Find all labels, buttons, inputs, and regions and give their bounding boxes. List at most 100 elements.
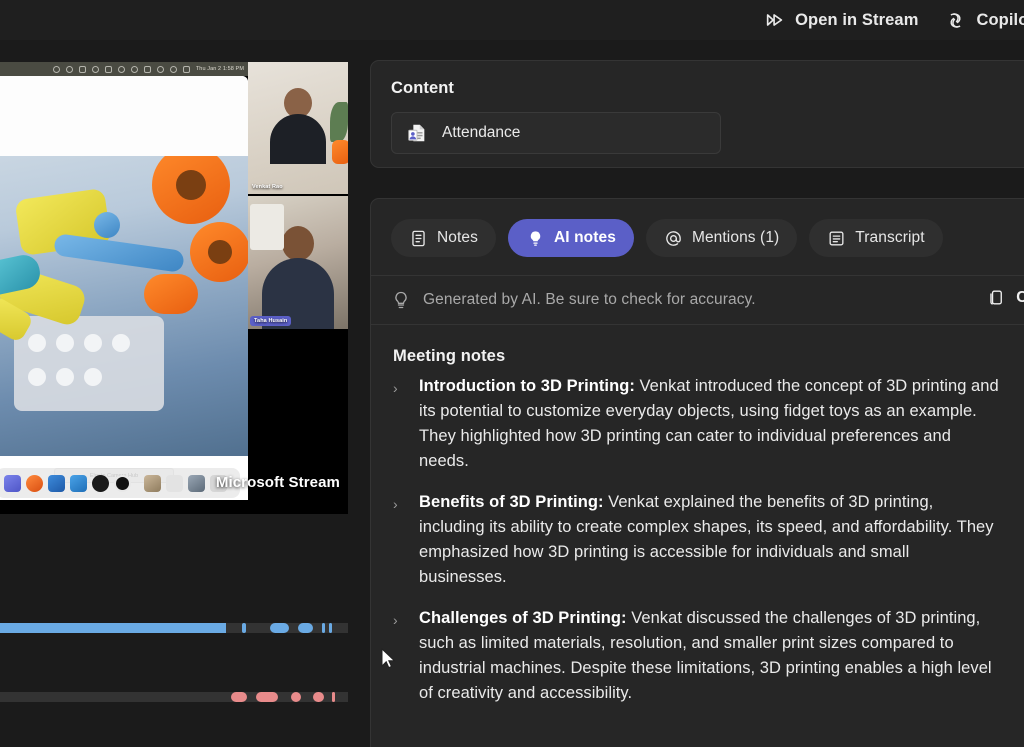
attendance-report-icon [406, 122, 428, 144]
participant-tile-venkat[interactable]: Venkat Rao [248, 62, 348, 194]
chevron-right-icon[interactable]: › [393, 606, 409, 706]
timeline-chapter-segment[interactable] [321, 623, 326, 633]
shared-app-window: Elgato Camera Hub [0, 76, 248, 500]
shared-screen-region: Thu Jan 2 1:58 PM [0, 62, 248, 514]
menu-icon-1 [52, 65, 60, 73]
dock-icon-word [48, 474, 65, 492]
content-item-attendance[interactable]: Attendance [391, 112, 721, 154]
timeline-highlight-segment[interactable] [255, 692, 279, 702]
meeting-note-text: Introduction to 3D Printing: Venkat intr… [419, 374, 999, 474]
copilot-button[interactable]: Copilot [942, 5, 1024, 36]
tab-notes[interactable]: Notes [391, 219, 496, 257]
tab-mentions[interactable]: Mentions (1) [645, 219, 798, 257]
avatar-body [270, 114, 326, 164]
timeline-progress [0, 623, 227, 633]
meeting-note-text: Benefits of 3D Printing: Venkat explaine… [419, 490, 999, 590]
notes-tab-bar: Notes AI notes Mentions (1) Transcript [371, 199, 1024, 275]
meeting-note-item: › Challenges of 3D Printing: Venkat discu… [393, 606, 1019, 706]
meeting-note-title: Challenges of 3D Printing: [419, 609, 627, 627]
content-card-title: Content [391, 79, 455, 97]
mac-clock: Thu Jan 2 1:58 PM [195, 66, 244, 72]
dock-icon-doc [166, 474, 183, 492]
timeline-chapter-segment[interactable] [269, 623, 289, 633]
meeting-notes-list: › Introduction to 3D Printing: Venkat int… [393, 374, 1019, 706]
attendance-label: Attendance [442, 124, 521, 141]
dock-icon-powerpoint [70, 474, 87, 492]
avatar [282, 226, 314, 261]
participant-video-venkat [248, 62, 348, 194]
stream-play-icon [764, 9, 786, 31]
timeline-chapter-segment[interactable] [297, 623, 314, 633]
timeline-highlight-segment[interactable] [231, 692, 248, 702]
background-object [332, 140, 348, 164]
meeting-note-text: Challenges of 3D Printing: Venkat discus… [419, 606, 999, 706]
copilot-label: Copilot [976, 10, 1024, 29]
participant-name-taha: Taha Husain [250, 316, 292, 326]
tab-ai-notes-label: AI notes [554, 229, 616, 246]
tab-transcript-label: Transcript [855, 229, 925, 246]
meeting-notes-body: Meeting notes › Introduction to 3D Printi… [371, 325, 1024, 706]
highlights-timeline[interactable] [0, 692, 348, 702]
menu-icon-5 [104, 65, 112, 73]
video-player-panel[interactable]: Thu Jan 2 1:58 PM Venkat Rao Taha Husain… [0, 62, 348, 514]
at-sign-icon [664, 229, 683, 248]
meeting-note-item: › Benefits of 3D Printing: Venkat explain… [393, 490, 1019, 590]
participant-video-taha [248, 196, 348, 329]
meeting-note-title: Benefits of 3D Printing: [419, 493, 604, 511]
notes-icon [409, 229, 428, 248]
transcript-icon [827, 229, 846, 248]
dock-icon-finder [144, 474, 161, 492]
chevron-right-icon[interactable]: › [393, 490, 409, 590]
3d-printed-toys-photo [0, 156, 248, 456]
participant-tile-taha[interactable]: Taha Husain [248, 196, 348, 329]
open-in-stream-label: Open in Stream [795, 10, 919, 29]
copy-button[interactable]: Copy [987, 288, 1024, 307]
shared-window-toolbar [0, 76, 248, 156]
menu-icon-4 [91, 65, 99, 73]
timeline-highlight-segment[interactable] [313, 692, 324, 702]
microsoft-stream-watermark: Microsoft Stream [215, 474, 340, 491]
ai-disclaimer-text: Generated by AI. Be sure to check for ac… [423, 291, 756, 308]
lightbulb-icon [391, 290, 411, 310]
player-bottom-strip [0, 725, 348, 747]
menu-icon-7 [130, 65, 138, 73]
playback-timeline[interactable] [0, 623, 348, 633]
timeline-highlight-segment[interactable] [332, 692, 336, 702]
timeline-chapter-segment[interactable] [241, 623, 247, 633]
lightbulb-icon [526, 229, 545, 248]
menu-icon-3 [78, 65, 86, 73]
meeting-note-item: › Introduction to 3D Printing: Venkat int… [393, 374, 1019, 474]
dock-icon-preview [92, 474, 109, 492]
top-action-bar: Open in Stream Copilot [0, 0, 1024, 40]
chevron-right-icon[interactable]: › [393, 374, 409, 474]
plant-decor [330, 102, 348, 142]
dock-icon-camera-hub [114, 474, 131, 492]
ai-disclaimer-bar: Generated by AI. Be sure to check for ac… [371, 276, 1024, 324]
participant-name-venkat: Venkat Rao [252, 184, 283, 190]
timeline-chapter-segment[interactable] [328, 623, 333, 633]
copy-icon [987, 288, 1006, 307]
menu-icon-8 [143, 65, 151, 73]
copy-label: Copy [1016, 289, 1024, 307]
copilot-icon [944, 9, 967, 32]
meeting-note-title: Introduction to 3D Printing: [419, 377, 635, 395]
stream-recap-page: Open in Stream Copilo t [0, 0, 1024, 747]
dock-icon-teams [4, 474, 21, 492]
open-in-stream-button[interactable]: Open in Stream [762, 5, 920, 35]
tab-transcript[interactable]: Transcript [809, 219, 943, 257]
content-card: Content Attendance [370, 60, 1024, 168]
notes-card: Notes AI notes Mentions (1) Transcript Gene… [370, 198, 1024, 747]
whiteboard-decor [250, 204, 284, 250]
search-icon [169, 65, 177, 73]
mac-dock [0, 468, 240, 498]
dock-icon-photo [188, 474, 205, 492]
dock-icon-browser [26, 474, 43, 492]
menu-icon-2 [65, 65, 73, 73]
menu-icon-6 [117, 65, 125, 73]
tab-mentions-label: Mentions (1) [691, 229, 780, 246]
control-center-icon [182, 65, 190, 73]
timeline-highlight-segment[interactable] [290, 692, 302, 702]
tab-ai-notes[interactable]: AI notes [508, 219, 634, 257]
wifi-icon [156, 65, 164, 73]
tab-notes-label: Notes [437, 229, 478, 246]
